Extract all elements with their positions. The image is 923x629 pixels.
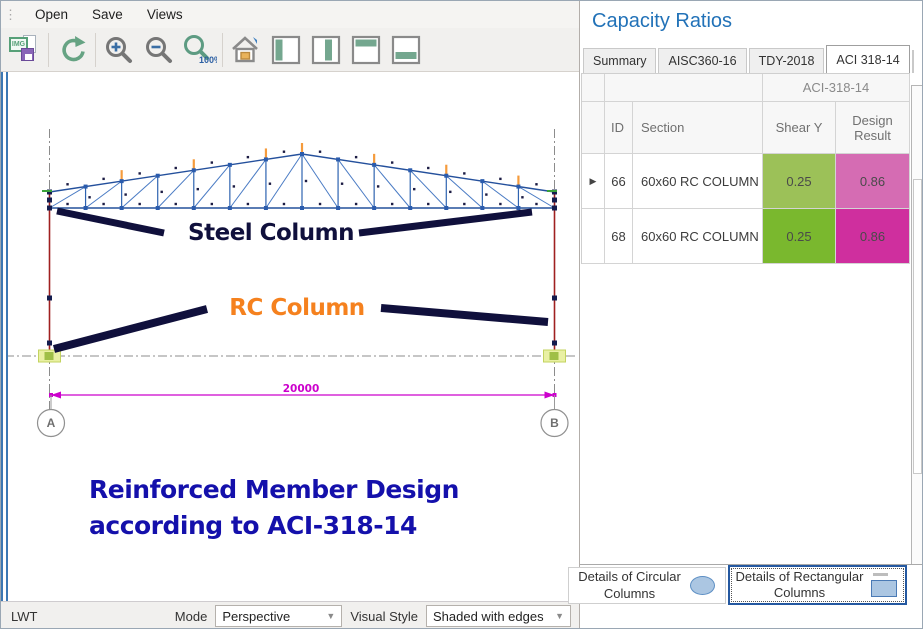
menu-bar: ⋮ Open Save Views [1, 1, 579, 28]
cell-section[interactable]: 60x60 RC COLUMN [633, 209, 763, 264]
scrollbar-thumb[interactable] [913, 179, 922, 474]
details-rectangular-button[interactable]: Details of Rectangular Columns [728, 565, 907, 605]
tab-summary[interactable]: Summary [583, 48, 656, 73]
export-image-button[interactable]: IMG [5, 30, 45, 70]
tab-scroll-left-icon[interactable]: ◄ [917, 50, 923, 73]
pane-center-button[interactable] [306, 30, 346, 70]
zoom-in-icon [104, 35, 134, 65]
tab-tdy-2018[interactable]: TDY-2018 [749, 48, 825, 73]
status-bar: LWT Mode Perspective▼ Visual Style Shade… [1, 601, 579, 629]
steel-column-label: Steel Column [188, 220, 354, 246]
tab-strip: Summary AISC360-16 TDY-2018 ACI 318-14 ◄… [583, 45, 923, 73]
main-view: ⋮ Open Save Views IMG [1, 1, 579, 629]
group-header-aci: ACI-318-14 [763, 74, 910, 102]
mode-select[interactable]: Perspective▼ [215, 605, 342, 627]
cell-shear-y[interactable]: 0.25 [763, 154, 836, 209]
column-header-marker [582, 102, 605, 154]
zoom-out-button[interactable] [139, 30, 179, 70]
column-header-design-result[interactable]: Design Result [836, 102, 910, 154]
column-header-shear-y[interactable]: Shear Y [763, 102, 836, 154]
zoom-100-icon: 100% [181, 34, 217, 66]
pane-left-icon [271, 35, 301, 65]
tab-partial[interactable] [912, 50, 914, 73]
home-view-button[interactable] [226, 30, 266, 70]
home-icon [231, 35, 261, 65]
vertical-scrollbar[interactable] [911, 85, 923, 601]
design-title-line2: according to ACI-318-14 [89, 511, 417, 540]
cell-design-result[interactable]: 0.86 [836, 209, 910, 264]
pane-bottom-button[interactable] [386, 30, 426, 70]
circle-column-icon [690, 576, 715, 595]
menu-views[interactable]: Views [135, 3, 195, 26]
drawing-canvas[interactable]: Steel Column RC Column 20000 A B Reinfor… [1, 72, 579, 601]
tab-aci-318-14[interactable]: ACI 318-14 [826, 45, 909, 73]
pane-top-button[interactable] [346, 30, 386, 70]
zoom-in-button[interactable] [99, 30, 139, 70]
grid-bubble-b-label: B [550, 416, 559, 430]
rectangle-column-icon [869, 570, 899, 600]
cell-section[interactable]: 60x60 RC COLUMN [633, 154, 763, 209]
visual-style-select[interactable]: Shaded with edges▼ [426, 605, 571, 627]
refresh-icon [56, 34, 88, 66]
capacity-ratios-panel: Capacity Ratios Summary AISC360-16 TDY-2… [579, 1, 923, 629]
details-circular-button[interactable]: Details of Circular Columns [568, 567, 726, 604]
pane-bottom-icon [391, 35, 421, 65]
row-marker [582, 209, 605, 264]
zoom-100-button[interactable]: 100% [179, 30, 219, 70]
panel-title: Capacity Ratios [580, 1, 923, 33]
visual-style-label: Visual Style [350, 609, 418, 624]
chevron-down-icon: ▼ [555, 611, 564, 621]
capacity-table: ACI-318-14 ID Section Shear Y Design Res… [581, 73, 910, 264]
column-header-id[interactable]: ID [605, 102, 633, 154]
current-row-indicator-icon: ▶ [582, 154, 605, 209]
detail-buttons-strip: Details of Circular Columns Details of R… [580, 564, 923, 604]
pane-center-icon [311, 35, 341, 65]
collapsed-splitter[interactable] [1, 72, 8, 601]
lwt-indicator: LWT [11, 609, 37, 624]
dimension-text: 20000 [283, 383, 320, 395]
rc-column-label: RC Column [229, 295, 364, 321]
cell-design-result[interactable]: 0.86 [836, 154, 910, 209]
toolbar-drag-handle[interactable]: ⋮ [4, 7, 15, 23]
pane-left-button[interactable] [266, 30, 306, 70]
mode-label: Mode [175, 609, 208, 624]
group-header-spacer [605, 74, 763, 102]
toolbar: IMG [1, 28, 579, 72]
zoom-out-icon [144, 35, 174, 65]
cell-id[interactable]: 66 [605, 154, 633, 209]
application-window: ⋮ Open Save Views IMG [0, 0, 923, 629]
column-header-section[interactable]: Section [633, 102, 763, 154]
menu-save[interactable]: Save [80, 3, 135, 26]
grid-bubble-a-label: A [47, 416, 56, 430]
pane-top-icon [351, 35, 381, 65]
svg-text:100%: 100% [199, 55, 217, 65]
group-header-spacer [582, 74, 605, 102]
refresh-button[interactable] [52, 30, 92, 70]
export-image-icon: IMG [9, 35, 41, 65]
cell-id[interactable]: 68 [605, 209, 633, 264]
cell-shear-y[interactable]: 0.25 [763, 209, 836, 264]
menu-open[interactable]: Open [23, 3, 80, 26]
chevron-down-icon: ▼ [326, 611, 335, 621]
tab-aisc360-16[interactable]: AISC360-16 [658, 48, 746, 73]
design-title-line1: Reinforced Member Design [89, 475, 459, 504]
